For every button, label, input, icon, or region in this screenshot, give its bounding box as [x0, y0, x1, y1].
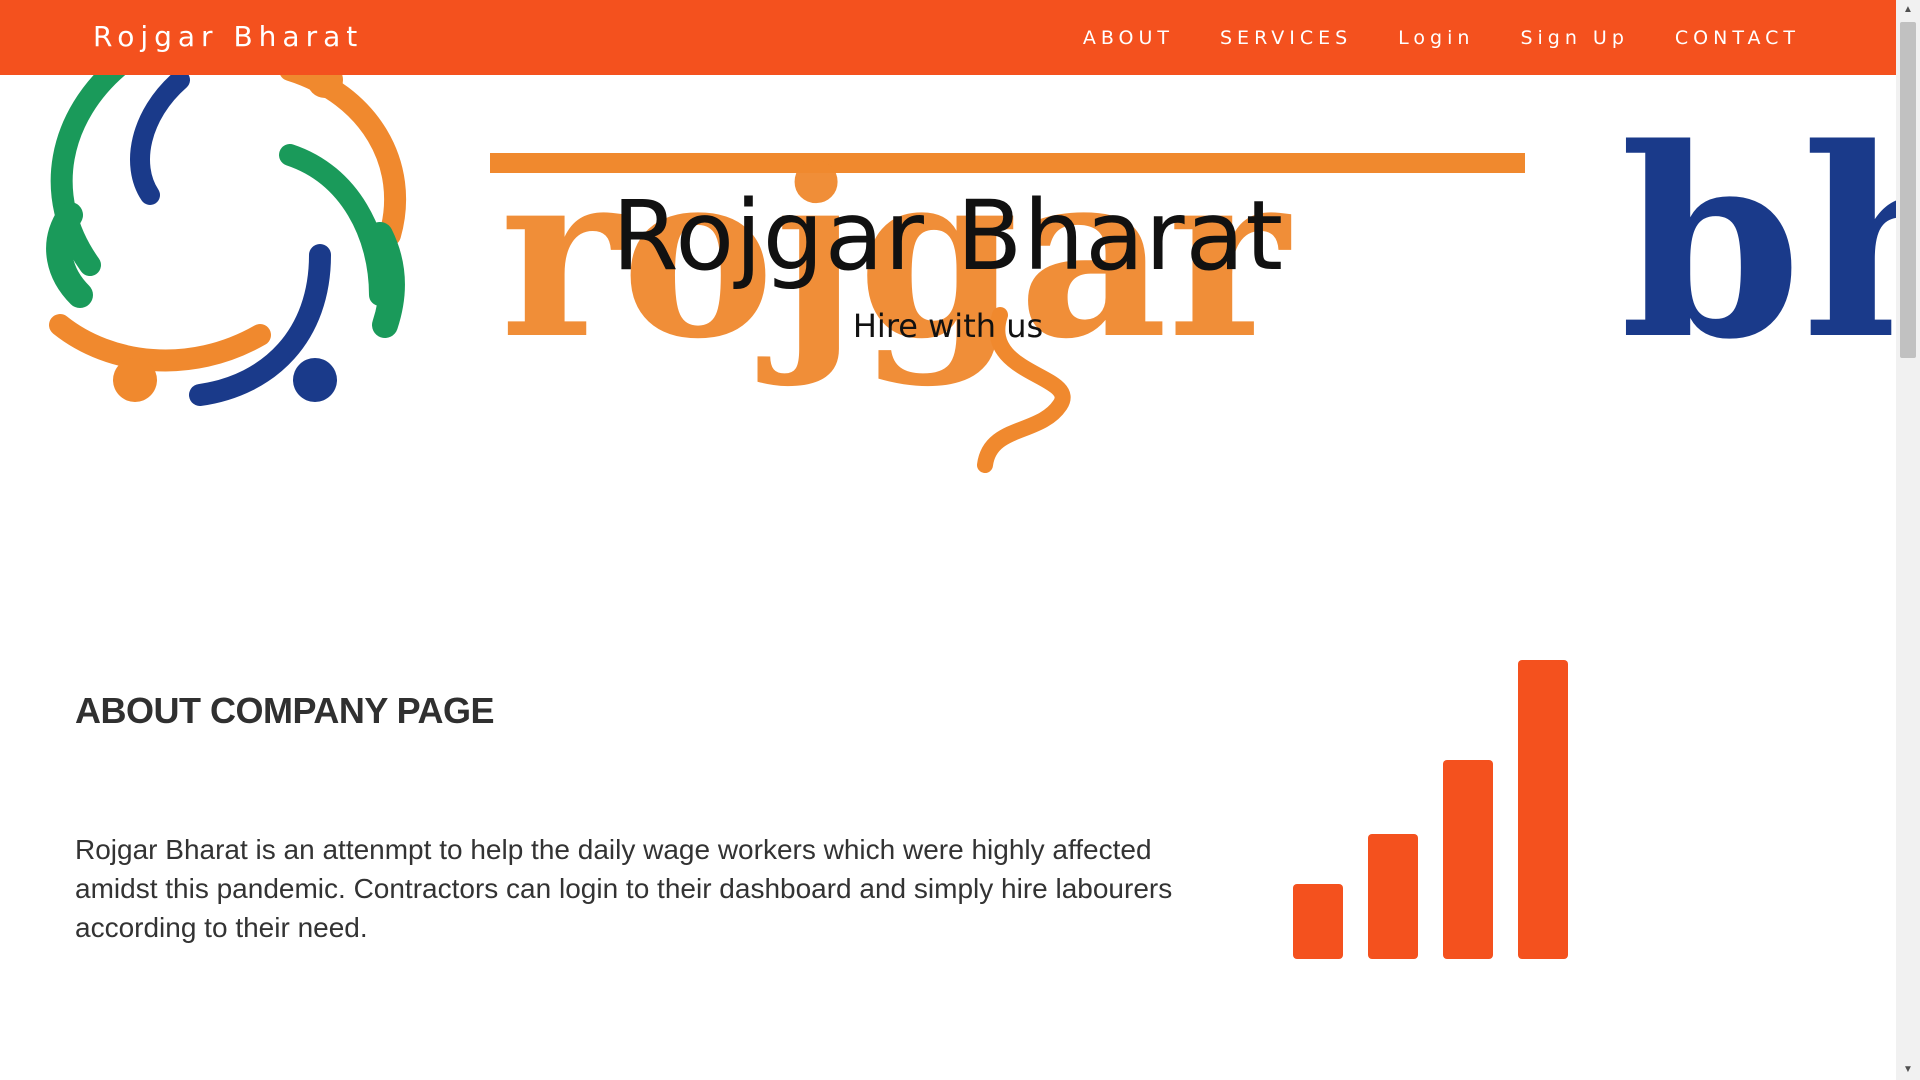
nav-signup[interactable]: Sign Up	[1520, 27, 1628, 49]
page: Rojgar Bharat ABOUT SERVICES Login Sign …	[0, 0, 1920, 1080]
about-heading: ABOUT COMPANY PAGE	[75, 690, 495, 731]
signal-bar-4	[1518, 660, 1568, 959]
signal-icon	[1293, 660, 1568, 959]
nav-login[interactable]: Login	[1398, 27, 1474, 49]
nav-contact[interactable]: CONTACT	[1675, 27, 1800, 49]
page-scrollbar[interactable]: ▲ ▼	[1896, 0, 1920, 1080]
signal-bar-2	[1368, 834, 1418, 959]
nav-links: ABOUT SERVICES Login Sign Up CONTACT	[1083, 0, 1800, 75]
signal-bar-1	[1293, 884, 1343, 959]
navbar: Rojgar Bharat ABOUT SERVICES Login Sign …	[0, 0, 1896, 75]
signal-bar-3	[1443, 760, 1493, 959]
scroll-down-arrow-icon[interactable]: ▼	[1896, 1060, 1920, 1080]
hero-subtitle: Hire with us	[852, 307, 1044, 345]
nav-services[interactable]: SERVICES	[1220, 27, 1352, 49]
brand-link[interactable]: Rojgar Bharat	[93, 20, 363, 53]
scrollbar-thumb[interactable]	[1900, 22, 1916, 358]
nav-about[interactable]: ABOUT	[1083, 27, 1174, 49]
about-description: Rojgar Bharat is an attenmpt to help the…	[75, 834, 1173, 943]
hero-banner: rojgar bh Rojgar Bharat Hire with us	[0, 75, 1896, 505]
scroll-up-arrow-icon[interactable]: ▲	[1896, 0, 1920, 20]
hero-title: Rojgar Bharat	[611, 180, 1284, 292]
